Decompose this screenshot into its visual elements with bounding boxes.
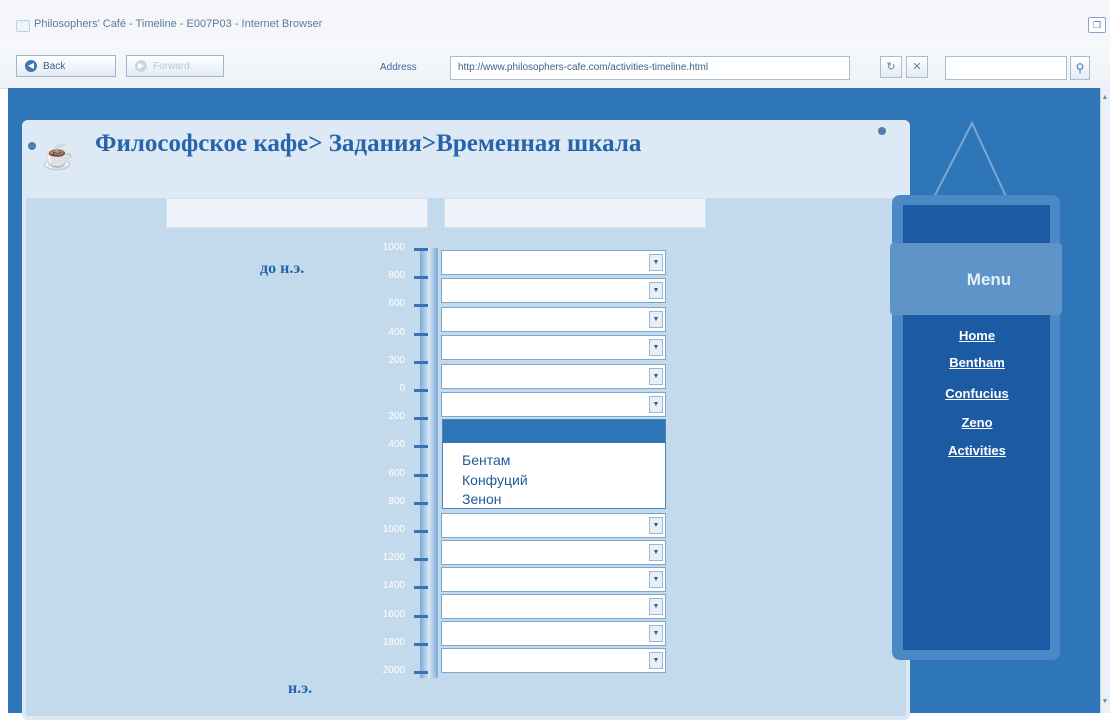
timeline-tick-label: 1000 xyxy=(382,242,405,253)
dropdown-option-confucius[interactable]: Конфуций xyxy=(462,472,528,488)
open-dropdown-list[interactable]: Бентам Конфуций Зенон xyxy=(442,419,666,509)
stop-icon[interactable]: ✕ xyxy=(906,56,928,78)
timeline-tick-mark xyxy=(414,586,428,590)
back-arrow-icon: ◀ xyxy=(25,60,37,72)
timeline-tick-label: 1800 xyxy=(382,636,405,648)
timeline-ruler xyxy=(420,248,438,678)
menu-link-confucius[interactable]: Confucius xyxy=(904,386,1050,401)
timeline-dropdown[interactable]: ▼ xyxy=(441,567,666,592)
chevron-down-icon[interactable]: ▼ xyxy=(649,598,663,615)
chevron-down-icon[interactable]: ▼ xyxy=(649,544,663,561)
timeline-dropdown[interactable]: ▼ xyxy=(441,307,666,332)
timeline-dropdown[interactable]: ▼ xyxy=(441,513,666,538)
timeline-tick-mark xyxy=(414,304,428,308)
menu-link-zeno[interactable]: Zeno xyxy=(904,415,1050,430)
timeline-dropdown[interactable]: ▼ xyxy=(441,621,666,646)
timeline-tick-label: 1400 xyxy=(382,580,405,592)
timeline-dropdown[interactable]: ▼ xyxy=(441,648,666,673)
timeline-tick-label: 1200 xyxy=(382,552,405,564)
timeline-dropdown[interactable]: ▼ xyxy=(441,278,666,303)
page-title: Философское кафе> Задания>Временная шкал… xyxy=(95,130,642,157)
timeline-tick-mark xyxy=(414,248,428,251)
era-label-bc: до н.э. xyxy=(260,260,305,277)
chevron-down-icon[interactable]: ▼ xyxy=(649,517,663,534)
menu-link-activities[interactable]: Activities xyxy=(904,443,1050,458)
back-button-label: Back xyxy=(43,61,66,72)
address-bar[interactable]: http://www.philosophers-cafe.com/activit… xyxy=(450,56,850,80)
timeline-tick-label: 600 xyxy=(388,467,405,479)
pin-icon xyxy=(878,127,886,135)
timeline-tick-label: 200 xyxy=(388,354,405,366)
timeline-tick-label: 600 xyxy=(388,298,405,310)
window-restore-button[interactable]: ❐ xyxy=(1088,17,1106,33)
timeline-tick-label: 1000 xyxy=(382,524,405,535)
timeline-tick-mark xyxy=(414,473,428,477)
window-title: Philosophers' Café - Timeline - E007P03 … xyxy=(34,18,323,30)
timeline-tick-label: 1600 xyxy=(382,608,405,620)
menu-title: Menu xyxy=(966,270,1012,289)
chevron-down-icon[interactable]: ▼ xyxy=(649,571,663,588)
timeline-tick-label: 400 xyxy=(388,439,405,451)
browser-title-bar: Philosophers' Café - Timeline - E007P03 … xyxy=(0,0,1110,41)
dropdown-option-bentham[interactable]: Бентам xyxy=(462,452,510,468)
coffee-cup-icon: ☕ xyxy=(42,141,75,171)
timeline-tick-mark xyxy=(414,332,428,336)
timeline-tick-mark xyxy=(414,671,428,674)
back-button[interactable]: ◀ Back xyxy=(16,55,116,77)
chevron-down-icon[interactable]: ▼ xyxy=(649,625,663,642)
timeline-tick-mark xyxy=(414,389,428,392)
menu-link-bentham[interactable]: Bentham xyxy=(904,355,1050,370)
forward-arrow-icon: ▶ xyxy=(135,60,147,72)
chevron-down-icon[interactable]: ▼ xyxy=(649,652,663,669)
scroll-down-icon[interactable]: ▼ xyxy=(1101,696,1109,708)
timeline-dropdown[interactable]: ▼ xyxy=(441,335,666,360)
search-icon[interactable]: ⚲ xyxy=(1070,56,1090,80)
forward-button-label: Forward xyxy=(153,61,190,72)
menu-link-home[interactable]: Home xyxy=(904,328,1050,343)
address-label: Address xyxy=(380,62,417,73)
timeline-tick-mark xyxy=(414,530,428,533)
vertical-scrollbar[interactable] xyxy=(1100,88,1110,713)
timeline-tick-mark xyxy=(414,360,428,364)
browser-toolbar: ◀ Back ▶ Forward Address http://www.phil… xyxy=(0,40,1110,89)
chevron-down-icon[interactable]: ▼ xyxy=(649,396,663,413)
timeline-tick-mark xyxy=(414,642,428,646)
chevron-down-icon[interactable]: ▼ xyxy=(649,254,663,271)
chevron-down-icon[interactable]: ▼ xyxy=(649,282,663,299)
scroll-up-icon[interactable]: ▲ xyxy=(1101,92,1109,104)
timeline-dropdown[interactable]: ▼ xyxy=(441,250,666,275)
timeline-tick-label: 400 xyxy=(388,326,405,338)
refresh-icon[interactable]: ↻ xyxy=(880,56,902,78)
timeline-dropdown[interactable]: ▼ xyxy=(441,392,666,417)
chevron-down-icon[interactable]: ▼ xyxy=(649,311,663,328)
timeline-tick-mark xyxy=(414,276,428,280)
dropdown-selected-row[interactable] xyxy=(443,420,665,443)
forward-button[interactable]: ▶ Forward xyxy=(126,55,224,77)
timeline-tick-mark xyxy=(414,558,428,562)
timeline-dropdown[interactable]: ▼ xyxy=(441,364,666,389)
timeline-tick-mark xyxy=(414,445,428,449)
timeline-dropdown[interactable]: ▼ xyxy=(441,594,666,619)
timeline-tick-mark xyxy=(414,417,428,421)
timeline-tick-label: 2000 xyxy=(382,665,405,676)
browser-window-icon xyxy=(16,20,30,32)
era-label-ad: н.э. xyxy=(288,680,313,697)
answer-field-left[interactable] xyxy=(166,198,428,228)
timeline-dropdown[interactable]: ▼ xyxy=(441,540,666,565)
timeline-tick-label: 800 xyxy=(388,270,405,282)
pin-icon xyxy=(28,142,36,150)
timeline-tick-mark xyxy=(414,614,428,618)
timeline-tick-label: 800 xyxy=(388,495,405,507)
search-input[interactable] xyxy=(945,56,1067,80)
chevron-down-icon[interactable]: ▼ xyxy=(649,339,663,356)
timeline-tick-label: 200 xyxy=(388,411,405,423)
chevron-down-icon[interactable]: ▼ xyxy=(649,368,663,385)
timeline-tick-mark xyxy=(414,501,428,505)
answer-field-right[interactable] xyxy=(444,198,706,228)
timeline-tick-label: 0 xyxy=(399,383,405,394)
dropdown-option-zeno[interactable]: Зенон xyxy=(462,491,502,507)
